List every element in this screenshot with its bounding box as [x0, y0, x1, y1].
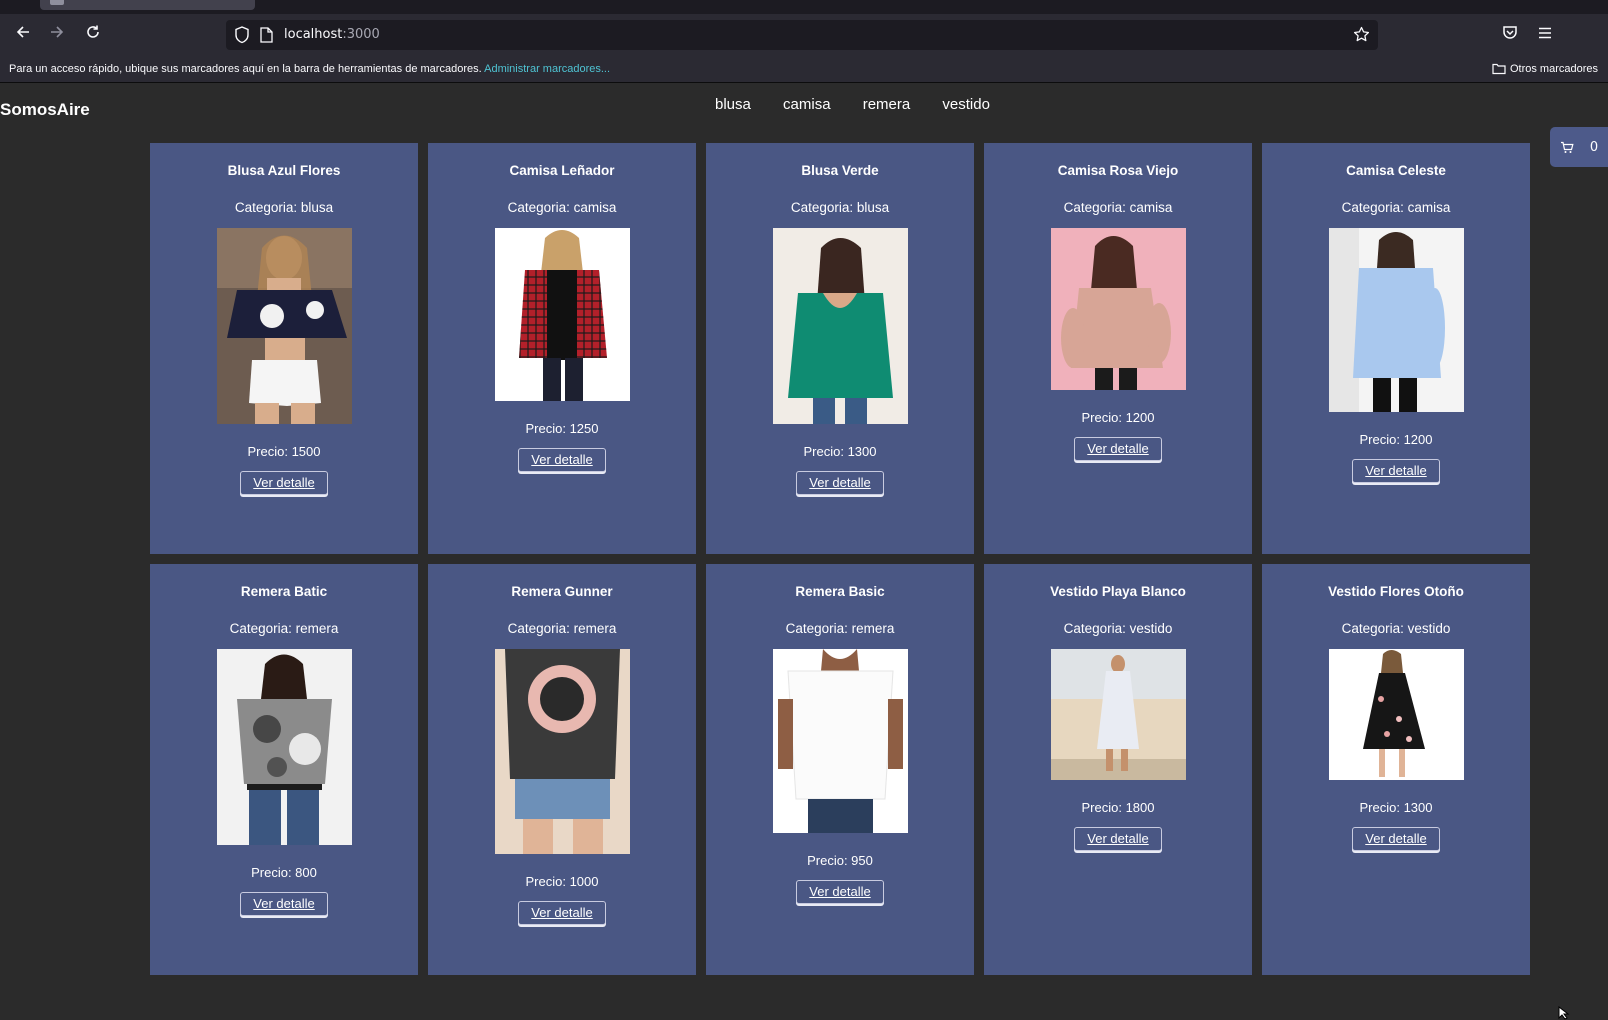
tab-favicon-icon — [50, 0, 64, 5]
view-detail-button[interactable]: Ver detalle — [1352, 459, 1440, 483]
product-category: Categoria: remera — [507, 621, 617, 636]
product-image — [1050, 649, 1186, 780]
folder-icon — [1492, 63, 1506, 75]
product-price: Precio: 800 — [251, 865, 317, 880]
cart-count: 0 — [1589, 139, 1599, 155]
browser-tab[interactable] — [40, 0, 255, 10]
cart-button[interactable]: 0 — [1550, 127, 1608, 167]
url-port: :3000 — [342, 27, 380, 42]
other-bookmarks-button[interactable]: Otros marcadores — [1492, 56, 1598, 82]
product-price: Precio: 950 — [807, 853, 873, 868]
bookmark-star-icon[interactable] — [1353, 26, 1370, 47]
product-category: Categoria: blusa — [234, 200, 334, 215]
product-card: Remera Basic Categoria: remera Precio: 9… — [706, 564, 974, 975]
product-name: Remera Batic — [240, 584, 328, 599]
brand-logo[interactable]: SomosAire — [0, 100, 90, 120]
other-bookmarks-label: Otros marcadores — [1509, 63, 1598, 75]
product-image — [216, 228, 352, 424]
reload-icon[interactable] — [78, 21, 108, 49]
product-image — [1050, 228, 1186, 390]
product-price: Precio: 1000 — [525, 874, 599, 889]
product-grid: Blusa Azul Flores Categoria: blusa Preci… — [150, 143, 1530, 975]
url-host: localhost — [284, 27, 343, 42]
view-detail-button[interactable]: Ver detalle — [240, 892, 328, 916]
cart-icon — [1560, 141, 1574, 153]
nav-link-camisa[interactable]: camisa — [783, 96, 831, 113]
product-card: Remera Batic Categoria: remera Precio: 8… — [150, 564, 418, 975]
product-price: Precio: 1800 — [1081, 800, 1155, 815]
product-category: Categoria: vestido — [1341, 621, 1451, 636]
product-category: Categoria: blusa — [790, 200, 890, 215]
product-card: Camisa Leñador Categoria: camisa Precio:… — [428, 143, 696, 554]
tracking-shield-icon[interactable] — [234, 26, 250, 48]
product-card: Camisa Rosa Viejo Categoria: camisa Prec… — [984, 143, 1252, 554]
product-name: Blusa Azul Flores — [227, 163, 341, 178]
product-image — [772, 228, 908, 424]
product-price: Precio: 1250 — [525, 421, 599, 436]
back-arrow-icon[interactable] — [8, 21, 38, 49]
view-detail-button[interactable]: Ver detalle — [518, 448, 606, 472]
forward-arrow-icon[interactable] — [42, 21, 72, 49]
product-card: Camisa Celeste Categoria: camisa Precio:… — [1262, 143, 1530, 554]
pocket-icon[interactable] — [1502, 25, 1518, 45]
bookmarks-hint-text: Para un acceso rápido, ubique sus marcad… — [9, 63, 482, 75]
product-name: Camisa Leñador — [509, 163, 615, 178]
bookmarks-hint: Para un acceso rápido, ubique sus marcad… — [9, 56, 610, 82]
product-category: Categoria: remera — [785, 621, 895, 636]
product-price: Precio: 1500 — [247, 444, 321, 459]
view-detail-button[interactable]: Ver detalle — [1352, 827, 1440, 851]
manage-bookmarks-link[interactable]: Administrar marcadores... — [484, 63, 610, 75]
product-name: Vestido Flores Otoño — [1328, 584, 1464, 599]
nav-link-blusa[interactable]: blusa — [715, 96, 751, 113]
product-price: Precio: 1200 — [1081, 410, 1155, 425]
product-name: Remera Basic — [795, 584, 885, 599]
tab-strip — [0, 0, 1608, 14]
url-text[interactable]: localhost:3000 — [284, 26, 380, 44]
product-card: Vestido Flores Otoño Categoria: vestido … — [1262, 564, 1530, 975]
nav-link-vestido[interactable]: vestido — [942, 96, 990, 113]
product-image — [216, 649, 352, 845]
view-detail-button[interactable]: Ver detalle — [796, 471, 884, 495]
product-card: Remera Gunner Categoria: remera Precio: … — [428, 564, 696, 975]
product-image — [1328, 228, 1464, 412]
url-bar[interactable]: localhost:3000 — [226, 20, 1378, 50]
page-info-icon[interactable] — [260, 27, 273, 47]
product-category: Categoria: vestido — [1063, 621, 1173, 636]
bookmarks-toolbar: Para un acceso rápido, ubique sus marcad… — [0, 56, 1608, 83]
product-card: Blusa Verde Categoria: blusa Precio: 130… — [706, 143, 974, 554]
view-detail-button[interactable]: Ver detalle — [796, 880, 884, 904]
product-card: Blusa Azul Flores Categoria: blusa Preci… — [150, 143, 418, 554]
view-detail-button[interactable]: Ver detalle — [1074, 437, 1162, 461]
category-nav: blusa camisa remera vestido — [715, 96, 1018, 113]
product-image — [494, 228, 630, 401]
product-image — [772, 649, 908, 833]
product-category: Categoria: camisa — [1341, 200, 1451, 215]
product-price: Precio: 1200 — [1359, 432, 1433, 447]
product-category: Categoria: camisa — [507, 200, 617, 215]
product-name: Remera Gunner — [511, 584, 613, 599]
product-name: Blusa Verde — [801, 163, 879, 178]
product-name: Camisa Celeste — [1346, 163, 1446, 178]
product-price: Precio: 1300 — [1359, 800, 1433, 815]
menu-hamburger-icon[interactable] — [1537, 25, 1553, 45]
product-name: Camisa Rosa Viejo — [1057, 163, 1179, 178]
nav-link-remera[interactable]: remera — [863, 96, 911, 113]
browser-toolbar: localhost:3000 — [0, 14, 1608, 56]
page-viewport: SomosAire blusa camisa remera vestido 0 … — [0, 83, 1608, 1018]
product-image — [494, 649, 630, 854]
product-image — [1328, 649, 1464, 780]
product-card: Vestido Playa Blanco Categoria: vestido … — [984, 564, 1252, 975]
product-name: Vestido Playa Blanco — [1050, 584, 1186, 599]
view-detail-button[interactable]: Ver detalle — [1074, 827, 1162, 851]
product-category: Categoria: remera — [229, 621, 339, 636]
product-price: Precio: 1300 — [803, 444, 877, 459]
product-category: Categoria: camisa — [1063, 200, 1173, 215]
view-detail-button[interactable]: Ver detalle — [240, 471, 328, 495]
view-detail-button[interactable]: Ver detalle — [518, 901, 606, 925]
